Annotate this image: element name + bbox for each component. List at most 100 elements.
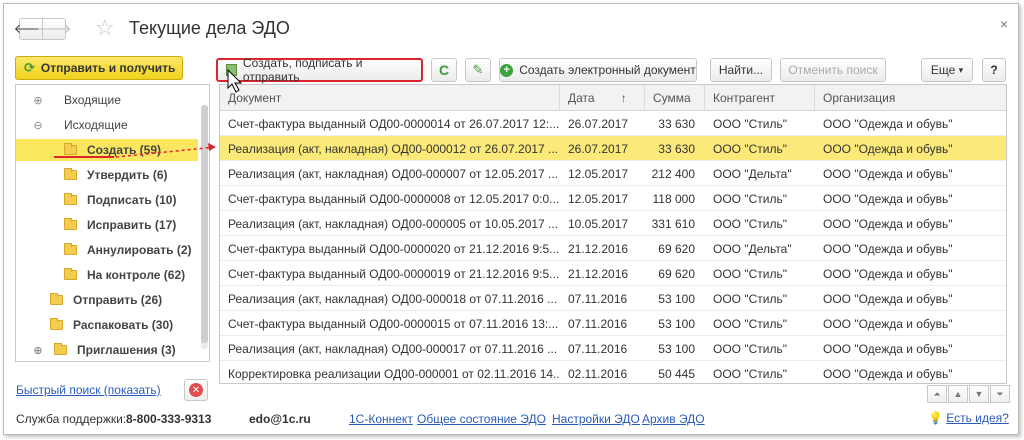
table-row[interactable]: Счет-фактура выданный ОД00-0000008 от 12… [220, 186, 1006, 211]
cell-contr: ООО "Стиль" [713, 291, 787, 306]
tree-item[interactable]: Исправить (17) [16, 214, 198, 236]
cell-org: ООО "Одежда и обувь" [823, 291, 953, 306]
sort-ascending-icon: ↑ [620, 91, 627, 105]
cell-sum: 33 630 [658, 141, 695, 156]
cell-contr: ООО "Стиль" [713, 266, 787, 281]
cell-date: 21.12.2016 [568, 241, 629, 256]
cell-sum: 212 400 [651, 166, 695, 181]
tree-item[interactable]: Распаковать (30) [16, 314, 198, 336]
table-row[interactable]: Счет-фактура выданный ОД00-0000019 от 21… [220, 261, 1006, 286]
idea-link[interactable]: Есть идея? [946, 411, 1009, 425]
close-icon[interactable]: × [1000, 16, 1008, 32]
cell-org: ООО "Одежда и обувь" [823, 216, 953, 231]
tree-item[interactable]: Отправить (26) [16, 289, 198, 311]
cell-sum: 50 445 [658, 366, 695, 381]
tree-item-label: Приглашения (3) [77, 343, 176, 357]
column-header-sum[interactable]: Сумма [645, 85, 705, 111]
cancel-search-button[interactable]: Отменить поиск [780, 58, 886, 82]
column-header-date[interactable]: Дата ↑ [560, 85, 645, 111]
support-email: edo@1c.ru [249, 412, 311, 426]
tree-item[interactable]: ⊕ Входящие [16, 89, 198, 111]
cell-org: ООО "Одежда и обувь" [823, 116, 953, 131]
idea-link-wrap[interactable]: 💡 Есть идея? [928, 411, 1009, 425]
cell-contr: ООО "Стиль" [713, 366, 787, 381]
favorite-star-icon[interactable]: ☆ [95, 15, 115, 41]
collapse-icon[interactable]: ⊖ [32, 119, 44, 132]
column-header-date-label: Дата [568, 91, 595, 105]
clear-search-button[interactable]: ✕ [184, 379, 208, 401]
cell-org: ООО "Одежда и обувь" [823, 316, 953, 331]
folder-tree: ⊕ Входящие ⊖ Исходящие Создать (59) Утвердить… [15, 84, 210, 362]
table-header: Документ Дата ↑ Сумма Контрагент Организ… [220, 85, 1006, 111]
help-button[interactable]: ? [982, 58, 1006, 82]
double-down-icon: ⏷ [996, 388, 1004, 399]
table-row[interactable]: Счет-фактура выданный ОД00-0000014 от 26… [220, 111, 1006, 136]
quick-search-link[interactable]: Быстрый поиск (показать) [16, 383, 161, 397]
cell-date: 07.11.2016 [568, 341, 628, 356]
connect-link[interactable]: 1С-Коннект [349, 412, 413, 426]
expand-icon[interactable]: ⊕ [32, 344, 44, 357]
create-edoc-button[interactable]: + Создать электронный документ [499, 58, 697, 82]
tree-item[interactable]: Аннулировать (2) [16, 239, 198, 261]
edo-settings-link[interactable]: Настройки ЭДО [552, 412, 640, 426]
edit-button[interactable]: ✎ [465, 58, 491, 82]
tree-scrollbar-thumb[interactable] [201, 105, 208, 343]
cell-doc: Корректировка реализации ОД00-000001 от … [228, 366, 560, 381]
refresh-button[interactable]: C [431, 58, 457, 82]
cell-sum: 69 620 [658, 266, 695, 281]
tree-item-label: Подписать (10) [87, 193, 177, 207]
tree-item-label: Входящие [64, 93, 121, 107]
cell-org: ООО "Одежда и обувь" [823, 141, 953, 156]
annotation-underline [54, 156, 114, 158]
column-header-counterparty[interactable]: Контрагент [705, 85, 815, 111]
cell-date: 12.05.2017 [568, 191, 629, 206]
tree-item-label: Аннулировать (2) [87, 243, 192, 257]
create-edoc-label: Создать электронный документ [519, 63, 696, 77]
expand-icon[interactable]: ⊕ [32, 94, 44, 107]
lightbulb-icon: 💡 [928, 411, 943, 425]
table-row[interactable]: Счет-фактура выданный ОД00-0000020 от 21… [220, 236, 1006, 261]
table-row[interactable]: Реализация (акт, накладная) ОД00-000018 … [220, 286, 1006, 311]
cell-contr: ООО "Стиль" [713, 316, 787, 331]
create-sign-send-label: Создать, подписать и отправить [242, 56, 363, 84]
find-button[interactable]: Найти... [710, 58, 772, 82]
pager-first-button[interactable]: ⏶ [927, 385, 947, 403]
tree-item[interactable]: Подписать (10) [16, 189, 198, 211]
send-receive-button[interactable]: ⟳ Отправить и получить [15, 56, 183, 80]
cell-date: 07.11.2016 [568, 316, 628, 331]
column-header-organization[interactable]: Организация [815, 85, 1006, 111]
edo-status-link[interactable]: Общее состояние ЭДО [417, 412, 546, 426]
tree-scrollbar[interactable] [201, 105, 208, 349]
table-row[interactable]: Реализация (акт, накладная) ОД00-000017 … [220, 336, 1006, 361]
pager-down-button[interactable]: ▼ [969, 385, 989, 403]
cell-org: ООО "Одежда и обувь" [823, 266, 953, 281]
clear-icon: ✕ [189, 383, 203, 397]
tree-item-label: Утвердить (6) [87, 168, 168, 182]
column-header-document[interactable]: Документ [220, 85, 560, 111]
table-row[interactable]: Корректировка реализации ОД00-000001 от … [220, 361, 1006, 383]
table-row[interactable]: Счет-фактура выданный ОД00-0000015 от 07… [220, 311, 1006, 336]
cell-doc: Реализация (акт, накладная) ОД00-000018 … [228, 291, 558, 306]
table-row[interactable]: Реализация (акт, накладная) ОД00-000005 … [220, 211, 1006, 236]
tree-item-label: На контроле (62) [87, 268, 186, 282]
more-button[interactable]: Еще ▾ [921, 58, 973, 82]
cell-date: 07.11.2016 [568, 291, 628, 306]
tree-item[interactable]: Утвердить (6) [16, 164, 198, 186]
support-label: Служба поддержки: [16, 412, 127, 426]
edo-archive-link[interactable]: Архив ЭДО [642, 412, 705, 426]
plus-icon: + [500, 63, 514, 77]
table-row[interactable]: Реализация (акт, накладная) ОД00-000012 … [220, 136, 1006, 161]
send-receive-label: Отправить и получить [40, 61, 176, 75]
tree-item[interactable]: На контроле (62) [16, 264, 198, 286]
pager-last-button[interactable]: ⏷ [990, 385, 1010, 403]
tree-item[interactable]: ⊕ Приглашения (3) [16, 339, 198, 361]
refresh-icon: ⟳ [24, 60, 35, 75]
create-sign-send-button[interactable]: Создать, подписать и отправить [216, 56, 423, 84]
tree-item[interactable]: ⊖ Исходящие [16, 114, 198, 136]
folder-icon [64, 168, 77, 180]
table-row[interactable]: Реализация (акт, накладная) ОД00-000007 … [220, 161, 1006, 186]
forward-button[interactable]: 🡒 [37, 18, 71, 40]
pager-up-button[interactable]: ▲ [948, 385, 968, 403]
cell-org: ООО "Одежда и обувь" [823, 166, 953, 181]
cell-doc: Счет-фактура выданный ОД00-0000020 от 21… [228, 241, 560, 256]
